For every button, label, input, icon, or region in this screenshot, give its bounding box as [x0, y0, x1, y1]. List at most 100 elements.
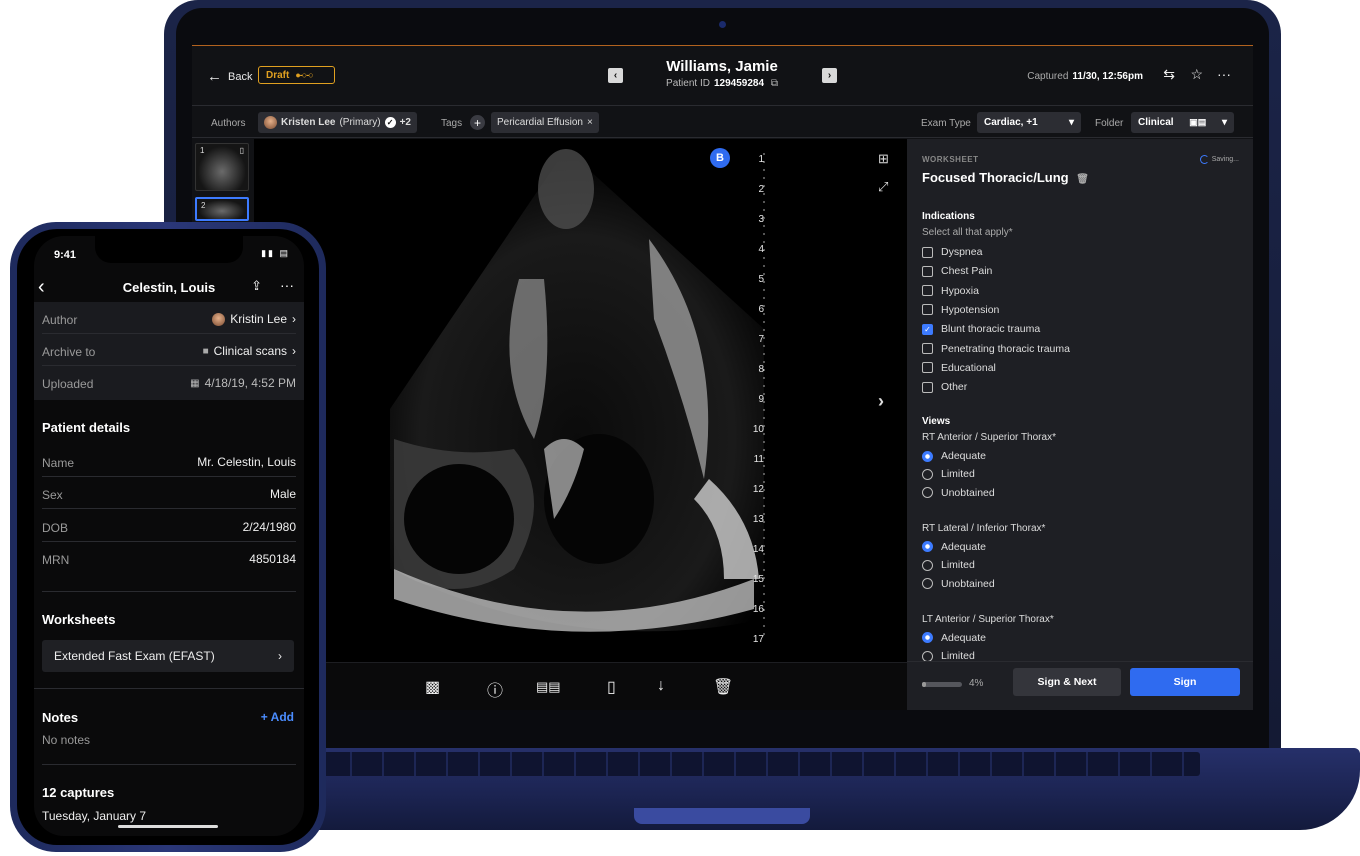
- indication-checkbox-row[interactable]: Hypotension: [922, 304, 999, 316]
- add-note-link[interactable]: + Add: [261, 710, 294, 724]
- more-icon[interactable]: ···: [280, 277, 294, 293]
- worksheet-eyebrow: WORKSHEET: [922, 155, 979, 164]
- indication-label: Blunt thoracic trauma: [941, 323, 1041, 336]
- ruler-tick-label: 17: [752, 634, 764, 645]
- patient-detail-row: MRN 4850184: [42, 551, 296, 567]
- caret-down-icon: ▾: [1068, 117, 1074, 128]
- view-radio-row[interactable]: Adequate: [922, 632, 986, 644]
- sign-button[interactable]: Sign: [1130, 668, 1240, 696]
- checkbox-icon[interactable]: [922, 381, 933, 393]
- indication-label: Chest Pain: [941, 265, 993, 278]
- checkbox-icon[interactable]: [922, 265, 933, 277]
- checkbox-icon[interactable]: [922, 304, 933, 316]
- phone-nav-bar: ‹ Celestin, Louis ⇪ ···: [34, 276, 304, 300]
- ultrasound-viewer[interactable]: B 1 2 3 4 5 6 7 8 9 10 11 12 13 14 15 16 17 ⊞ ⤢ ›: [254, 139, 907, 662]
- copy-icon[interactable]: ⧉: [771, 78, 778, 89]
- avatar: [212, 312, 226, 326]
- view-radio-row[interactable]: Limited: [922, 559, 975, 571]
- checkbox-icon[interactable]: [922, 246, 933, 258]
- indication-checkbox-row[interactable]: Hypoxia: [922, 285, 979, 297]
- grid-layout-icon[interactable]: ⊞: [878, 151, 889, 167]
- download-icon[interactable]: ↓: [657, 677, 665, 695]
- thumbnail-1[interactable]: 1 ▯: [195, 143, 249, 191]
- indication-checkbox-row[interactable]: Other: [922, 381, 967, 393]
- ruler-icon[interactable]: ▤▤: [536, 679, 561, 695]
- status-time: 9:41: [54, 249, 77, 261]
- previous-patient-button[interactable]: ‹: [608, 68, 623, 83]
- indication-label: Educational: [941, 361, 996, 374]
- ruler-tick-label: 1: [758, 154, 764, 165]
- uploaded-row: Uploaded ▦ 4/18/19, 4:52 PM: [42, 376, 296, 391]
- thumbnail-2[interactable]: 2: [195, 197, 249, 221]
- radio-icon[interactable]: [922, 487, 933, 499]
- patient-details-title: Patient details: [42, 420, 131, 435]
- radio-selected-icon[interactable]: [922, 632, 933, 644]
- sign-and-next-button[interactable]: Sign & Next: [1013, 668, 1121, 696]
- chevron-right-icon: ›: [292, 312, 296, 326]
- trash-icon[interactable]: 🗑: [1076, 174, 1089, 185]
- indication-label: Dyspnea: [941, 246, 983, 258]
- radio-selected-icon[interactable]: [922, 450, 933, 462]
- indication-checkbox-row[interactable]: ✓ Blunt thoracic trauma: [922, 323, 1040, 335]
- progress-dots-icon: ●-○-○: [295, 70, 313, 80]
- star-icon[interactable]: ☆: [1190, 66, 1203, 83]
- info-icon[interactable]: ⓘ: [487, 677, 503, 701]
- probe-badge[interactable]: B: [710, 148, 730, 168]
- radio-icon[interactable]: [922, 559, 933, 571]
- patient-id-line: Patient ID 129459284 ⧉: [666, 78, 778, 89]
- home-indicator[interactable]: [118, 825, 218, 828]
- authors-chip[interactable]: Kristen Lee (Primary) ✓ +2: [258, 112, 417, 133]
- ruler-tick-label: 6: [758, 304, 764, 315]
- back-button[interactable]: ← Back: [207, 68, 252, 85]
- worksheet-item[interactable]: Extended Fast Exam (EFAST) ›: [42, 640, 294, 672]
- next-image-chevron-icon[interactable]: ›: [878, 391, 884, 412]
- checkbox-icon[interactable]: [922, 285, 933, 297]
- exam-type-select[interactable]: Cardiac, +1 ▾: [977, 112, 1081, 133]
- radio-icon[interactable]: [922, 578, 933, 589]
- indication-label: Penetrating thoracic trauma: [941, 342, 1070, 355]
- view-radio-row[interactable]: Unobtained: [922, 578, 995, 590]
- view-radio-row[interactable]: Adequate: [922, 541, 986, 553]
- phone-title: Celestin, Louis: [122, 280, 216, 295]
- checkbox-icon[interactable]: [922, 362, 933, 374]
- folder-select[interactable]: Clinical ▣▤ ▾: [1131, 112, 1234, 133]
- radio-selected-icon[interactable]: [922, 541, 933, 553]
- add-tag-button[interactable]: +: [470, 115, 485, 130]
- comment-icon[interactable]: ▩: [425, 677, 440, 697]
- view-radio-row[interactable]: Limited: [922, 650, 975, 661]
- chevron-left-icon: ‹: [613, 70, 618, 81]
- indication-checkbox-row[interactable]: Educational: [922, 362, 996, 374]
- more-icon[interactable]: ···: [1217, 66, 1231, 82]
- ruler-tick-label: 3: [758, 214, 764, 225]
- view-group-label: LT Anterior / Superior Thorax*: [922, 613, 1054, 625]
- share-icon[interactable]: ⇪: [251, 278, 262, 294]
- saving-indicator: Saving...: [1199, 155, 1239, 164]
- bookmark-icon[interactable]: ▯: [607, 677, 616, 697]
- author-row[interactable]: Author Kristin Lee ›: [42, 302, 296, 334]
- view-radio-row[interactable]: Limited: [922, 468, 975, 480]
- trash-icon[interactable]: 🗑: [713, 677, 733, 697]
- view-radio-row[interactable]: Unobtained: [922, 487, 995, 499]
- archive-row[interactable]: Archive to ■ Clinical scans ›: [42, 334, 296, 366]
- view-radio-row[interactable]: Adequate: [922, 450, 986, 462]
- indication-checkbox-row[interactable]: Penetrating thoracic trauma: [922, 343, 1070, 355]
- indication-checkbox-row[interactable]: Dyspnea: [922, 246, 982, 258]
- checkbox-icon[interactable]: [922, 343, 933, 354]
- patient-name: Williams, Jamie: [666, 58, 778, 75]
- checkbox-checked-icon[interactable]: ✓: [922, 323, 933, 335]
- webcam: [719, 21, 726, 28]
- tag-chip[interactable]: Pericardial Effusion ×: [491, 112, 599, 133]
- view-option-label: Adequate: [941, 450, 986, 462]
- next-patient-button[interactable]: ›: [822, 68, 837, 83]
- expand-icon[interactable]: ⤢: [878, 179, 888, 195]
- close-icon[interactable]: ×: [587, 117, 593, 128]
- indication-label: Other: [941, 381, 968, 394]
- swap-icon[interactable]: ⇆: [1163, 66, 1175, 83]
- draft-status-badge[interactable]: Draft ●-○-○: [258, 66, 335, 84]
- notes-empty-text: No notes: [42, 733, 91, 747]
- author-name: Kristen Lee: [281, 117, 336, 128]
- patient-detail-row: DOB 2/24/1980: [42, 510, 296, 542]
- indication-checkbox-row[interactable]: Chest Pain: [922, 265, 992, 277]
- radio-icon[interactable]: [922, 650, 933, 661]
- radio-icon[interactable]: [922, 468, 933, 480]
